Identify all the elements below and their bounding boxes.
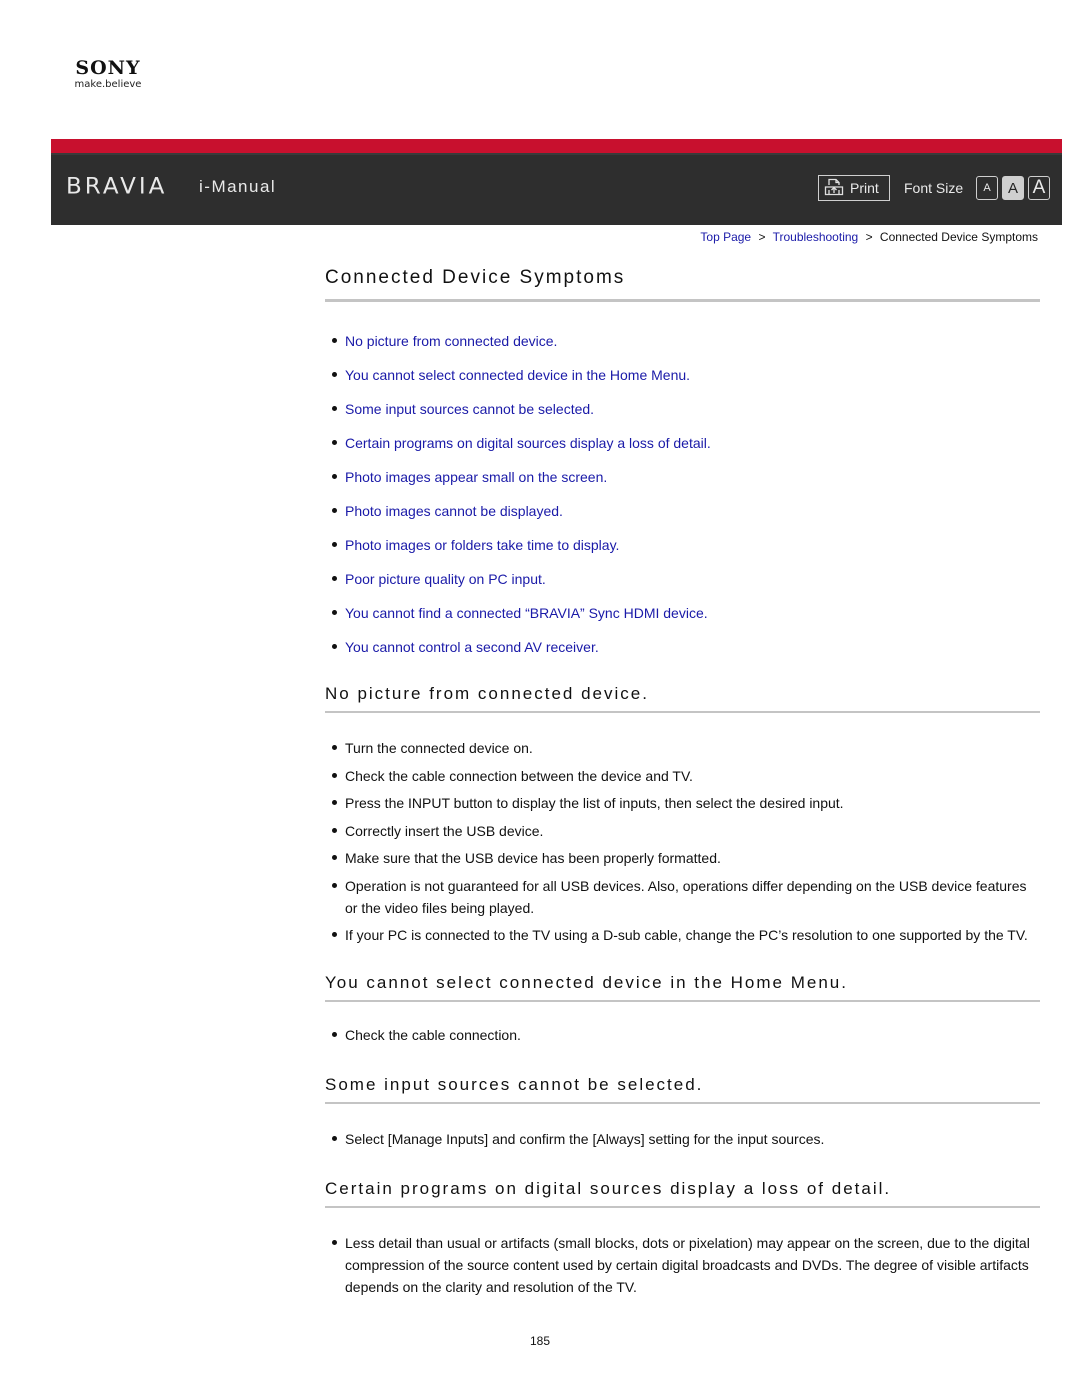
- symptom-link[interactable]: Photo images appear small on the screen.: [345, 469, 607, 485]
- bullet-icon: [332, 406, 337, 411]
- list-item: Check the cable connection.: [325, 1024, 1040, 1046]
- header-divider: [51, 153, 1062, 155]
- bullet-icon: [332, 800, 337, 805]
- list-item: Operation is not guaranteed for all USB …: [325, 875, 1040, 919]
- main-content: Connected Device Symptoms No picture fro…: [325, 264, 1040, 1304]
- section-heading: Certain programs on digital sources disp…: [325, 1177, 1040, 1208]
- list-item: Some input sources cannot be selected.: [325, 392, 1040, 426]
- bullet-icon: [332, 855, 337, 860]
- list-item: Photo images appear small on the screen.: [325, 460, 1040, 494]
- item-text: Turn the connected device on.: [345, 740, 533, 756]
- font-size-small-button[interactable]: A: [976, 176, 998, 200]
- list-item: Correctly insert the USB device.: [325, 820, 1040, 842]
- symptom-link[interactable]: Photo images cannot be displayed.: [345, 503, 563, 519]
- header-bar: BRAVIA i-Manual Print Font Size A A A: [51, 139, 1062, 225]
- print-button[interactable]: Print: [818, 175, 890, 201]
- section-home-menu: You cannot select connected device in th…: [325, 971, 1040, 1046]
- breadcrumb: Top Page > Troubleshooting > Connected D…: [700, 230, 1038, 244]
- header-accent-stripe: [51, 139, 1062, 153]
- list-item: Photo images or folders take time to dis…: [325, 528, 1040, 562]
- list-item: Press the INPUT button to display the li…: [325, 792, 1040, 814]
- sony-wordmark: SONY: [75, 57, 141, 79]
- bullet-icon: [332, 772, 337, 778]
- section-heading: No picture from connected device.: [325, 682, 1040, 713]
- bullet-icon: [332, 1032, 337, 1037]
- bullet-icon: [332, 882, 337, 888]
- item-text: Press the INPUT button to display the li…: [345, 795, 844, 811]
- list-item: Make sure that the USB device has been p…: [325, 847, 1040, 869]
- bullet-icon: [332, 372, 337, 377]
- list-item: Poor picture quality on PC input.: [325, 562, 1040, 596]
- item-text: Operation is not guaranteed for all USB …: [345, 877, 1027, 916]
- list-item: If your PC is connected to the TV using …: [325, 924, 1040, 946]
- list-item: No picture from connected device.: [325, 324, 1040, 358]
- bullet-icon: [332, 440, 337, 445]
- section-input-sources: Some input sources cannot be selected. S…: [325, 1073, 1040, 1150]
- section-heading: Some input sources cannot be selected.: [325, 1073, 1040, 1104]
- font-size-label: Font Size: [904, 180, 964, 196]
- list-item: Less detail than usual or artifacts (sma…: [325, 1232, 1040, 1298]
- font-size-large-button[interactable]: A: [1028, 176, 1050, 200]
- list-item: Select [Manage Inputs] and confirm the […: [325, 1128, 1040, 1150]
- breadcrumb-troubleshooting[interactable]: Troubleshooting: [773, 230, 859, 244]
- sony-logo: SONY make.believe: [66, 58, 150, 91]
- bullet-icon: [332, 1240, 337, 1245]
- list-item: Check the cable connection between the d…: [325, 765, 1040, 787]
- list-item: Photo images cannot be displayed.: [325, 494, 1040, 528]
- symptom-link[interactable]: Poor picture quality on PC input.: [345, 571, 546, 587]
- breadcrumb-separator: >: [758, 230, 766, 244]
- item-text: Select [Manage Inputs] and confirm the […: [345, 1131, 825, 1147]
- manual-title: i-Manual: [199, 177, 277, 196]
- section-heading: You cannot select connected device in th…: [325, 971, 1040, 1002]
- bullet-icon: [332, 474, 337, 479]
- breadcrumb-current: Connected Device Symptoms: [879, 230, 1038, 244]
- breadcrumb-top-page[interactable]: Top Page: [700, 230, 751, 244]
- bullet-icon: [332, 644, 337, 649]
- list-item: You cannot select connected device in th…: [325, 358, 1040, 392]
- list-item: Turn the connected device on.: [325, 737, 1040, 759]
- item-text: Less detail than usual or artifacts (sma…: [345, 1235, 1030, 1295]
- font-size-medium-button[interactable]: A: [1002, 176, 1024, 200]
- bullet-icon: [332, 827, 337, 833]
- list-item: You cannot find a connected “BRAVIA” Syn…: [325, 596, 1040, 630]
- page-number: 185: [530, 1334, 551, 1348]
- page-title: Connected Device Symptoms: [325, 264, 1040, 302]
- bullet-icon: [332, 932, 337, 937]
- bullet-icon: [332, 338, 337, 343]
- list-item: You cannot control a second AV receiver.: [325, 630, 1040, 664]
- list-item: Certain programs on digital sources disp…: [325, 426, 1040, 460]
- bravia-logo: BRAVIA: [66, 174, 168, 200]
- item-text: Correctly insert the USB device.: [345, 822, 544, 839]
- bullet-icon: [332, 542, 337, 547]
- item-text: If your PC is connected to the TV using …: [345, 927, 1028, 943]
- bullet-icon: [332, 1136, 337, 1141]
- bullet-icon: [332, 576, 337, 581]
- symptom-link[interactable]: You cannot control a second AV receiver.: [345, 639, 599, 655]
- bullet-icon: [332, 745, 337, 750]
- symptom-link[interactable]: Certain programs on digital sources disp…: [345, 435, 711, 451]
- symptom-link[interactable]: You cannot select connected device in th…: [345, 367, 690, 383]
- section-no-picture: No picture from connected device. Turn t…: [325, 682, 1040, 946]
- symptom-link[interactable]: No picture from connected device.: [345, 333, 557, 349]
- item-text: Check the cable connection between the d…: [345, 767, 693, 784]
- symptom-link[interactable]: You cannot find a connected “BRAVIA” Syn…: [345, 605, 708, 621]
- bullet-icon: [332, 610, 337, 615]
- breadcrumb-separator: >: [865, 230, 873, 244]
- sony-tagline: make.believe: [74, 79, 142, 90]
- bullet-icon: [332, 508, 337, 513]
- item-text: Make sure that the USB device has been p…: [345, 850, 721, 866]
- item-text: Check the cable connection.: [345, 1027, 521, 1043]
- symptom-link-list: No picture from connected device. You ca…: [325, 324, 1040, 664]
- print-icon: [824, 178, 844, 199]
- symptom-link[interactable]: Photo images or folders take time to dis…: [345, 537, 619, 553]
- print-label: Print: [850, 180, 879, 196]
- symptom-link[interactable]: Some input sources cannot be selected.: [345, 401, 594, 417]
- section-loss-of-detail: Certain programs on digital sources disp…: [325, 1177, 1040, 1298]
